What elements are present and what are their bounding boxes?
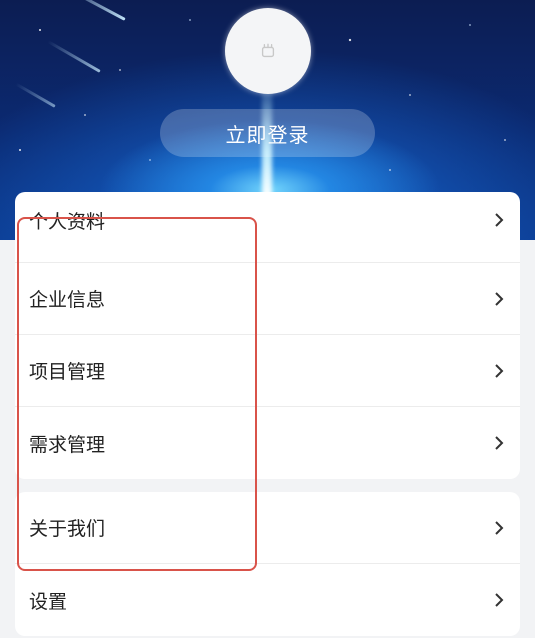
menu-item-label: 需求管理 [29, 433, 106, 456]
login-button[interactable]: 立即登录 [160, 109, 375, 157]
menu-item-label: 个人资料 [29, 210, 106, 233]
chevron-right-icon [495, 213, 504, 227]
chevron-right-icon [495, 593, 504, 607]
menu-item-label: 项目管理 [29, 361, 106, 383]
menu-item-project-management[interactable]: 项目管理 [15, 335, 520, 407]
menu-item-label: 关于我们 [29, 518, 106, 540]
menu-item-company-info[interactable]: 企业信息 [15, 263, 520, 335]
menu-item-settings[interactable]: 设置 [15, 564, 520, 636]
menu-card-primary: 个人资料 企业信息 项目管理 需求管理 [15, 192, 520, 479]
menu-item-demand-management[interactable]: 需求管理 [15, 407, 520, 479]
menu-item-about-us[interactable]: 关于我们 [15, 492, 520, 564]
chevron-right-icon [495, 291, 504, 306]
chevron-right-icon [495, 520, 504, 535]
avatar-placeholder-icon [261, 43, 275, 58]
chevron-right-icon [495, 363, 504, 378]
menu-item-label: 企业信息 [29, 289, 106, 311]
menu-item-profile[interactable]: 个人资料 [15, 192, 520, 263]
menu-card-secondary: 关于我们 设置 [15, 492, 520, 636]
avatar[interactable] [225, 8, 311, 94]
menu-item-label: 设置 [29, 590, 68, 613]
chevron-right-icon [495, 436, 504, 450]
